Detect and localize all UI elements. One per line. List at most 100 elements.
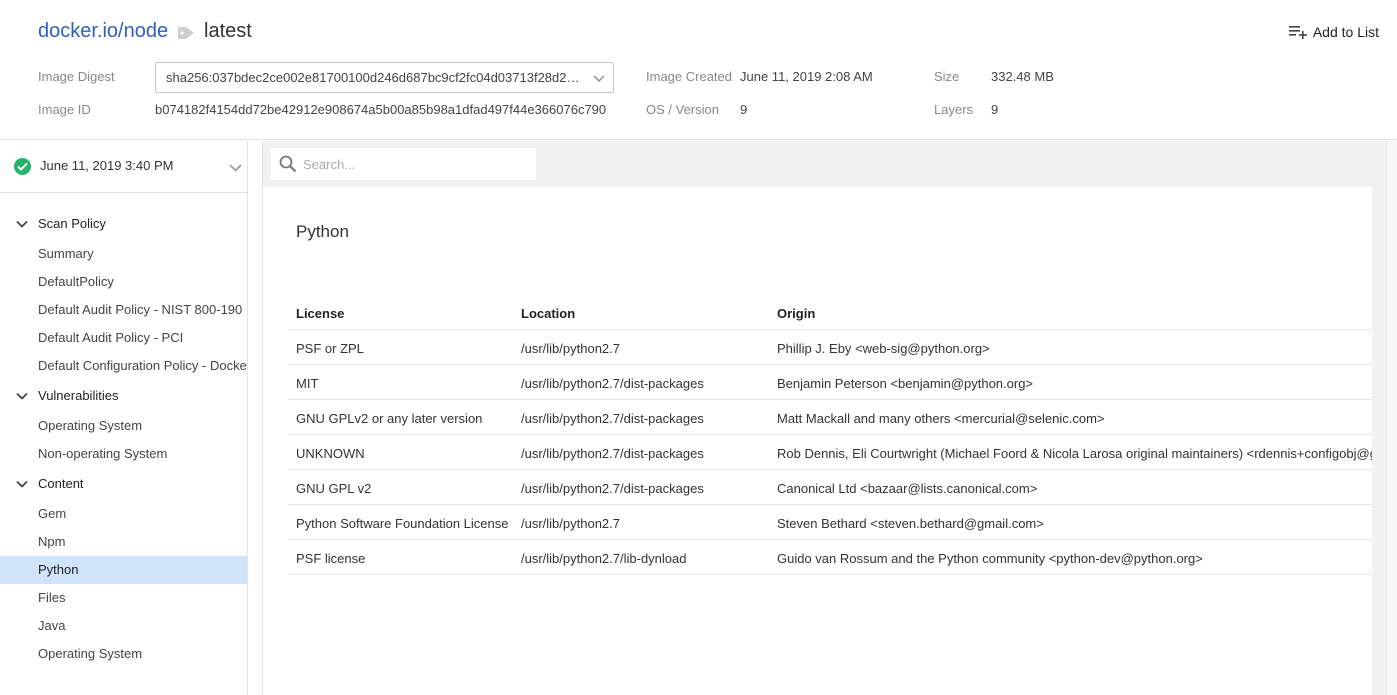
layers-label: Layers bbox=[934, 102, 974, 117]
cell-origin: Phillip J. Eby <web-sig@python.org> bbox=[777, 341, 990, 356]
sidebar-item-label: Npm bbox=[38, 534, 66, 549]
cell-license: GNU GPLv2 or any later version bbox=[296, 411, 483, 426]
cell-origin: Steven Bethard <steven.bethard@gmail.com… bbox=[777, 516, 1044, 531]
content-panel: Python License Location Origin PSF or ZP… bbox=[263, 187, 1372, 695]
table-row: GNU GPLv2 or any later version /usr/lib/… bbox=[288, 400, 1372, 435]
scan-date-select[interactable]: June 11, 2019 3:40 PM bbox=[0, 141, 247, 193]
sidebar-item-npm[interactable]: Npm bbox=[0, 528, 247, 556]
cell-license: GNU GPL v2 bbox=[296, 481, 372, 496]
sidebar-item-content-os[interactable]: Operating System bbox=[0, 640, 247, 668]
sidebar-item-label: Default Configuration Policy - Docker bbox=[38, 358, 247, 373]
digest-value: sha256:037bdec2ce002e81700100d246d687bc9… bbox=[166, 70, 581, 85]
table-row: PSF license /usr/lib/python2.7/lib-dynlo… bbox=[288, 540, 1372, 575]
cell-license: Python Software Foundation License bbox=[296, 516, 509, 531]
sidebar-item-files[interactable]: Files bbox=[0, 584, 247, 612]
cell-origin: Guido van Rossum and the Python communit… bbox=[777, 551, 1203, 566]
image-header: docker.io/node latest Add to List Image … bbox=[0, 0, 1397, 140]
cell-origin: Matt Mackall and many others <mercurial@… bbox=[777, 411, 1105, 426]
cell-location: /usr/lib/python2.7/dist-packages bbox=[521, 411, 704, 426]
add-to-list-button[interactable]: Add to List bbox=[1288, 24, 1379, 40]
created-label: Image Created bbox=[646, 69, 732, 84]
search-input[interactable] bbox=[303, 154, 523, 174]
table-row: MIT /usr/lib/python2.7/dist-packages Ben… bbox=[288, 365, 1372, 400]
image-id-label: Image ID bbox=[38, 102, 91, 117]
image-tag: latest bbox=[204, 20, 252, 42]
chevron-down-icon bbox=[16, 392, 28, 400]
table-row: GNU GPL v2 /usr/lib/python2.7/dist-packa… bbox=[288, 470, 1372, 505]
size-label: Size bbox=[934, 69, 960, 84]
search-icon bbox=[279, 155, 297, 173]
sidebar-item-audit-nist[interactable]: Default Audit Policy - NIST 800-190 bbox=[0, 296, 247, 324]
sidebar-item-audit-pci[interactable]: Default Audit Policy - PCI bbox=[0, 324, 247, 352]
cell-location: /usr/lib/python2.7 bbox=[521, 341, 621, 356]
sidebar-item-label: Files bbox=[38, 590, 66, 605]
sidebar-item-vuln-non-os[interactable]: Non-operating System bbox=[0, 440, 247, 468]
section-scan-policy[interactable]: Scan Policy bbox=[0, 210, 247, 238]
sidebar-item-label: Default Audit Policy - NIST 800-190 bbox=[38, 302, 243, 317]
cell-location: /usr/lib/python2.7/dist-packages bbox=[521, 376, 704, 391]
cell-license: UNKNOWN bbox=[296, 446, 365, 461]
cell-location: /usr/lib/python2.7/lib-dynload bbox=[521, 551, 687, 566]
column-header-license[interactable]: License bbox=[296, 306, 344, 321]
check-circle-icon bbox=[14, 158, 31, 175]
scan-date: June 11, 2019 3:40 PM bbox=[40, 158, 174, 173]
cell-location: /usr/lib/python2.7/dist-packages bbox=[521, 481, 704, 496]
main-content: Python License Location Origin PSF or ZP… bbox=[262, 141, 1386, 695]
chevron-down-icon bbox=[16, 480, 28, 488]
sidebar-item-summary[interactable]: Summary bbox=[0, 240, 247, 268]
chevron-down-icon bbox=[593, 75, 605, 83]
sidebar-item-python[interactable]: Python bbox=[0, 556, 247, 584]
add-to-list-label: Add to List bbox=[1312, 24, 1379, 40]
sidebar-item-label: Python bbox=[38, 562, 79, 577]
sidebar-item-label: Gem bbox=[38, 506, 67, 521]
tag-icon bbox=[178, 27, 194, 39]
chevron-down-icon bbox=[229, 164, 242, 172]
sidebar-item-label: Summary bbox=[38, 246, 94, 261]
table-row: UNKNOWN /usr/lib/python2.7/dist-packages… bbox=[288, 435, 1372, 470]
column-header-origin[interactable]: Origin bbox=[777, 306, 815, 321]
sidebar-item-label: Non-operating System bbox=[38, 446, 168, 461]
cell-license: MIT bbox=[296, 376, 319, 391]
section-label: Scan Policy bbox=[38, 216, 106, 231]
sidebar-item-config-docker[interactable]: Default Configuration Policy - Docker bbox=[0, 352, 247, 380]
table-header: License Location Origin bbox=[288, 295, 1372, 330]
table-row: PSF or ZPL /usr/lib/python2.7 Phillip J.… bbox=[288, 330, 1372, 365]
sidebar-item-vuln-os[interactable]: Operating System bbox=[0, 412, 247, 440]
sidebar-item-label: Operating System bbox=[38, 646, 143, 661]
image-id-value: b074182f4154dd72be42912e908674a5b00a85b9… bbox=[155, 102, 607, 117]
sidebar-item-defaultpolicy[interactable]: DefaultPolicy bbox=[0, 268, 247, 296]
sidebar-item-label: Default Audit Policy - PCI bbox=[38, 330, 184, 345]
section-label: Content bbox=[38, 476, 84, 491]
cell-origin: Canonical Ltd <bazaar@lists.canonical.co… bbox=[777, 481, 1038, 496]
cell-license: PSF license bbox=[296, 551, 366, 566]
sidebar-item-gem[interactable]: Gem bbox=[0, 500, 247, 528]
search-box[interactable] bbox=[271, 148, 536, 180]
page-title: Python bbox=[296, 222, 349, 241]
layers-value: 9 bbox=[991, 102, 999, 117]
os-value: 9 bbox=[740, 102, 748, 117]
section-label: Vulnerabilities bbox=[38, 388, 119, 403]
os-label: OS / Version bbox=[646, 102, 719, 117]
cell-location: /usr/lib/python2.7/dist-packages bbox=[521, 446, 704, 461]
cell-license: PSF or ZPL bbox=[296, 341, 364, 356]
sidebar-item-label: Java bbox=[38, 618, 66, 633]
section-vulnerabilities[interactable]: Vulnerabilities bbox=[0, 382, 247, 410]
cell-origin: Rob Dennis, Eli Courtwright (Michael Foo… bbox=[777, 446, 1372, 461]
digest-select[interactable]: sha256:037bdec2ce002e81700100d246d687bc9… bbox=[155, 62, 614, 93]
table-row: Python Software Foundation License /usr/… bbox=[288, 505, 1372, 540]
sidebar-item-label: Operating System bbox=[38, 418, 143, 433]
scrollbar[interactable] bbox=[1386, 141, 1397, 695]
repository-name[interactable]: docker.io/node bbox=[38, 20, 168, 43]
section-content[interactable]: Content bbox=[0, 470, 247, 498]
sidebar-item-label: DefaultPolicy bbox=[38, 274, 114, 289]
cell-location: /usr/lib/python2.7 bbox=[521, 516, 621, 531]
chevron-down-icon bbox=[16, 220, 28, 228]
sidebar-item-java[interactable]: Java bbox=[0, 612, 247, 640]
cell-origin: Benjamin Peterson <benjamin@python.org> bbox=[777, 376, 1034, 391]
playlist-add-icon bbox=[1288, 26, 1307, 39]
size-value: 332.48 MB bbox=[991, 69, 1054, 84]
sidebar: June 11, 2019 3:40 PM Scan Policy Summar… bbox=[0, 141, 248, 695]
created-value: June 11, 2019 2:08 AM bbox=[740, 69, 873, 84]
column-header-location[interactable]: Location bbox=[521, 306, 575, 321]
license-table: License Location Origin PSF or ZPL /usr/… bbox=[288, 295, 1372, 575]
